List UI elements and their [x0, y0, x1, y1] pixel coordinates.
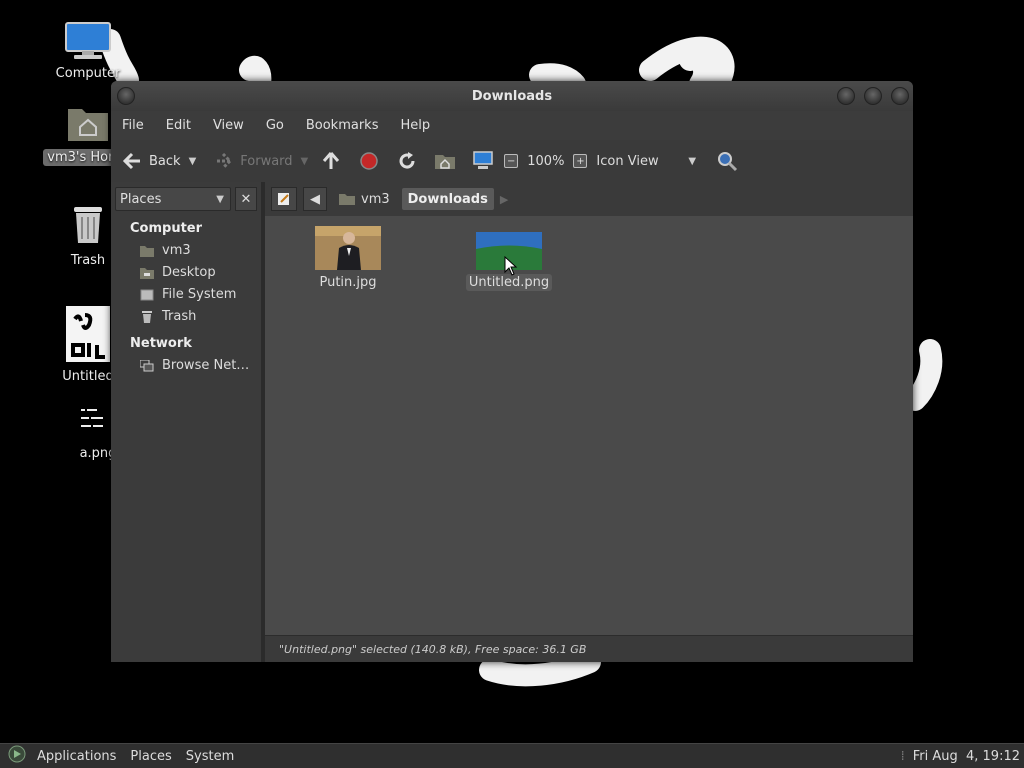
panel-menu-places[interactable]: Places: [123, 749, 178, 764]
arrow-left-icon: [121, 150, 143, 172]
toolbar: Back ▼ Forward ▼ − 100% + Icon View ▼: [111, 140, 913, 183]
computer-icon[interactable]: [472, 150, 494, 172]
sidebar-item-browse-network[interactable]: Browse Net…: [111, 355, 261, 377]
chevron-down-icon: ▼: [216, 193, 224, 205]
arrow-right-icon: [212, 150, 234, 172]
path-scroll-left-icon[interactable]: ◀: [303, 187, 327, 211]
breadcrumb-downloads[interactable]: Downloads: [401, 188, 494, 210]
view-mode-label: Icon View: [596, 153, 659, 169]
home-folder-icon: [140, 245, 154, 257]
panel-menu-system[interactable]: System: [179, 749, 241, 764]
sidebar-item-label: Trash: [162, 309, 197, 324]
sidebar-header: Places ▼ ✕: [111, 182, 261, 216]
window-title: Downloads: [471, 88, 553, 104]
search-icon[interactable]: [716, 150, 738, 172]
trash-icon: [142, 310, 152, 323]
sidebar-item-desktop[interactable]: Desktop: [111, 262, 261, 284]
breadcrumb-vm3[interactable]: vm3: [333, 188, 396, 210]
file-view[interactable]: Putin.jpg Untitled.png: [265, 216, 913, 635]
reload-icon[interactable]: [396, 150, 418, 172]
sidebar-item-vm3[interactable]: vm3: [111, 240, 261, 262]
up-arrow-icon[interactable]: [320, 150, 342, 172]
close-button[interactable]: [891, 87, 909, 105]
menu-edit[interactable]: Edit: [155, 118, 202, 133]
stop-icon[interactable]: [358, 150, 380, 172]
drive-icon: [140, 289, 154, 300]
back-label: Back: [149, 153, 181, 169]
window-menu-button[interactable]: [117, 87, 135, 105]
path-bar: ◀ vm3 Downloads ▶: [265, 182, 913, 216]
zoom-in-icon[interactable]: +: [573, 154, 588, 168]
content-pane: ◀ vm3 Downloads ▶ Putin.jpg Untitled.png…: [265, 182, 913, 662]
file-name: Putin.jpg: [319, 275, 377, 290]
forward-history-dropdown-icon[interactable]: ▼: [299, 156, 321, 167]
panel-menu-applications[interactable]: Applications: [30, 749, 123, 764]
home-icon[interactable]: [434, 150, 456, 172]
sidebar-item-trash[interactable]: Trash: [111, 306, 261, 328]
menu-file[interactable]: File: [111, 118, 155, 133]
panel-separator-icon: ⁞: [900, 748, 905, 764]
sidebar-item-label: Browse Net…: [162, 358, 250, 373]
desktop-folder-icon: [140, 267, 154, 279]
desktop-icon-computer[interactable]: Computer: [43, 22, 133, 81]
bottom-panel: Applications Places System ⁞ Fri Aug 4, …: [0, 743, 1024, 768]
menu-bookmarks[interactable]: Bookmarks: [295, 118, 390, 133]
breadcrumb-label: Downloads: [407, 191, 488, 207]
sidebar-selector-label: Places: [120, 191, 162, 207]
status-bar: "Untitled.png" selected (140.8 kB), Free…: [265, 635, 913, 662]
image-thumbnail-icon: [66, 306, 110, 362]
path-scroll-right-icon[interactable]: ▶: [500, 193, 508, 206]
zoom-level: 100%: [527, 153, 565, 169]
menu-help[interactable]: Help: [389, 118, 441, 133]
minimize-button[interactable]: [837, 87, 855, 105]
chevron-down-icon: ▼: [688, 155, 697, 167]
menu-view[interactable]: View: [202, 118, 255, 133]
sidebar-item-label: vm3: [162, 243, 191, 258]
panel-clock[interactable]: ⁞ Fri Aug 4, 19:12: [901, 749, 1024, 764]
home-folder-icon: [68, 109, 108, 141]
maximize-button[interactable]: [864, 87, 882, 105]
trash-icon: [74, 207, 102, 243]
file-item[interactable]: Putin.jpg: [288, 226, 408, 291]
window-body: Places ▼ ✕ Computer vm3 Desktop File Sys…: [111, 182, 913, 662]
applications-menu-icon[interactable]: [0, 745, 30, 767]
window-titlebar[interactable]: Downloads: [111, 81, 913, 111]
view-mode-select[interactable]: Icon View ▼: [596, 154, 696, 169]
image-thumbnail-icon: [315, 226, 381, 270]
menubar: File Edit View Go Bookmarks Help: [111, 111, 913, 140]
sidebar-section-network: Network: [130, 336, 192, 351]
network-icon: [140, 359, 154, 371]
back-button[interactable]: Back: [111, 150, 187, 172]
menu-go[interactable]: Go: [255, 118, 295, 133]
sidebar-section-computer: Computer: [130, 221, 203, 236]
close-sidebar-icon[interactable]: ✕: [235, 187, 257, 211]
home-folder-icon: [339, 194, 355, 205]
file-name: Untitled.png: [465, 274, 553, 291]
back-history-dropdown-icon[interactable]: ▼: [187, 156, 207, 167]
zoom-out-icon[interactable]: −: [504, 154, 519, 168]
breadcrumb-label: vm3: [361, 191, 390, 207]
sidebar-selector[interactable]: Places ▼: [115, 187, 231, 211]
desktop-icon-label: Computer: [55, 66, 121, 81]
sidebar-item-label: Desktop: [162, 265, 216, 280]
sidebar-item-label: File System: [162, 287, 237, 302]
file-manager-window: Downloads File Edit View Go Bookmarks He…: [111, 81, 913, 662]
sidebar: Places ▼ ✕ Computer vm3 Desktop File Sys…: [111, 182, 265, 662]
forward-label: Forward: [240, 153, 293, 169]
sidebar-item-file-system[interactable]: File System: [111, 284, 261, 306]
computer-icon: [65, 22, 111, 59]
mouse-cursor-icon: [504, 256, 518, 276]
edit-location-icon[interactable]: [271, 187, 297, 211]
clock-label: Fri Aug 4, 19:12: [912, 748, 1020, 764]
forward-button[interactable]: Forward: [206, 150, 298, 172]
